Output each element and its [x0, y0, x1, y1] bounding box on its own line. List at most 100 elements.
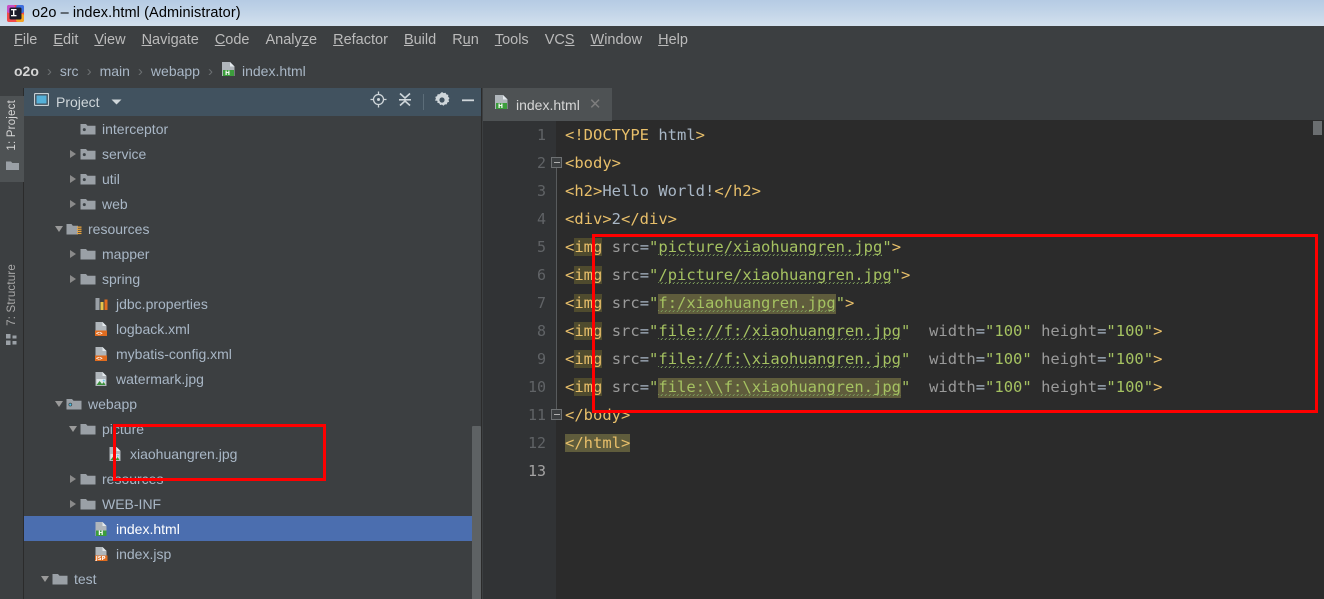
line-number: 7: [536, 294, 546, 312]
chevron-down-icon[interactable]: [66, 416, 80, 441]
tree-node[interactable]: resources: [24, 466, 481, 491]
menu-help[interactable]: Help: [650, 30, 696, 50]
folder-icon: [80, 246, 96, 262]
code-token: >: [1153, 378, 1163, 396]
menu-vcs[interactable]: VCS: [537, 30, 583, 50]
code-editor[interactable]: 1 2 3 4 5 6 7 8 9 10 11 12 13 <!DOCTYPE html> <body> <…: [483, 121, 1324, 599]
project-tree-scrollbar[interactable]: [472, 426, 481, 599]
tree-node[interactable]: interceptor: [24, 116, 481, 141]
code-line[interactable]: <!DOCTYPE html>: [557, 121, 1324, 149]
chevron-down-icon[interactable]: [52, 216, 66, 241]
tree-node[interactable]: util: [24, 166, 481, 191]
tree-node[interactable]: JSP index.jsp: [24, 541, 481, 566]
code-token: </html>: [565, 434, 631, 452]
code-token: img: [574, 266, 603, 284]
code-token: =: [975, 350, 986, 368]
code-line[interactable]: <img src="f:/xiaohuangren.jpg">: [557, 289, 1324, 317]
tree-node-selected[interactable]: Hindex.html: [24, 516, 481, 541]
menu-window[interactable]: Window: [583, 30, 651, 50]
breadcrumb-item-3[interactable]: webapp: [151, 63, 200, 79]
hide-minimize-icon[interactable]: [460, 92, 476, 113]
code-line[interactable]: <img src="file://f:/xiaohuangren.jpg" wi…: [557, 317, 1324, 345]
chevron-right-icon[interactable]: [66, 141, 80, 166]
code-token: img: [574, 294, 603, 312]
menu-run[interactable]: Run: [444, 30, 487, 50]
menu-code[interactable]: Code: [207, 30, 258, 50]
code-line[interactable]: [557, 457, 1324, 485]
tree-node[interactable]: spring: [24, 266, 481, 291]
close-icon[interactable]: ✕: [587, 97, 604, 112]
code-line[interactable]: </html>: [557, 429, 1324, 457]
code-line[interactable]: <body>: [557, 149, 1324, 177]
chevron-down-icon[interactable]: [52, 391, 66, 416]
code-token: height: [1041, 378, 1098, 396]
code-line[interactable]: <img src="/picture/xiaohuangren.jpg">: [557, 261, 1324, 289]
breadcrumb-item-1[interactable]: src: [60, 63, 79, 79]
tree-node[interactable]: service: [24, 141, 481, 166]
sidebar-item-structure[interactable]: 7: Structure: [0, 260, 24, 357]
tree-node[interactable]: xiaohuangren.jpg: [24, 441, 481, 466]
menu-build[interactable]: Build: [396, 30, 444, 50]
breadcrumb-item-0[interactable]: o2o: [14, 63, 39, 79]
tree-node[interactable]: WEB-INF: [24, 491, 481, 516]
code-line[interactable]: <img src="picture/xiaohuangren.jpg">: [557, 233, 1324, 261]
code-token: >: [891, 238, 902, 256]
code-content[interactable]: <!DOCTYPE html> <body> <h2>Hello World!</h…: [557, 121, 1324, 599]
code-line[interactable]: </body>: [557, 401, 1324, 429]
code-line[interactable]: <div>2</div>: [557, 205, 1324, 233]
breadcrumb-item-4[interactable]: H index.html: [221, 61, 306, 82]
breadcrumb-item-2[interactable]: main: [100, 63, 130, 79]
code-line[interactable]: <img src="file:\\f:\xiaohuangren.jpg" wi…: [557, 373, 1324, 401]
tree-node[interactable]: <> mybatis-config.xml: [24, 341, 481, 366]
locate-target-icon[interactable]: [370, 91, 387, 113]
chevron-right-icon[interactable]: [66, 491, 80, 516]
code-line[interactable]: <h2>Hello World!</h2>: [557, 177, 1324, 205]
tree-node[interactable]: resources: [24, 216, 481, 241]
code-token: 2: [611, 210, 622, 228]
chevron-down-icon[interactable]: [111, 93, 122, 111]
tree-node[interactable]: watermark.jpg: [24, 366, 481, 391]
code-token: "100": [985, 350, 1032, 368]
folder-icon: [52, 571, 68, 587]
tree-node[interactable]: jdbc.properties: [24, 291, 481, 316]
sidebar-item-project[interactable]: 1: Project: [0, 96, 24, 182]
chevron-right-icon[interactable]: [66, 241, 80, 266]
chevron-down-icon[interactable]: [38, 566, 52, 591]
chevron-right-icon[interactable]: [66, 191, 80, 216]
project-tree[interactable]: interceptor service util web resources mapper…: [24, 116, 481, 599]
tree-node[interactable]: picture: [24, 416, 481, 441]
editor-scrollbar[interactable]: [1313, 121, 1322, 135]
code-token: =: [1097, 378, 1107, 396]
settings-gear-icon[interactable]: [434, 91, 450, 113]
code-token: ": [835, 294, 846, 312]
tab-index-html[interactable]: H index.html ✕: [483, 88, 613, 121]
chevron-right-icon[interactable]: [66, 266, 80, 291]
html-file-icon: H: [94, 521, 110, 537]
chevron-right-icon[interactable]: [66, 466, 80, 491]
chevron-right-icon[interactable]: [66, 166, 80, 191]
menu-refactor[interactable]: Refactor: [325, 30, 396, 50]
menu-view[interactable]: View: [86, 30, 133, 50]
menu-tools[interactable]: Tools: [487, 30, 537, 50]
tree-node[interactable]: <> logback.xml: [24, 316, 481, 341]
tree-node[interactable]: test: [24, 566, 481, 591]
tree-node[interactable]: mapper: [24, 241, 481, 266]
code-token: >: [1153, 322, 1163, 340]
collapse-all-icon[interactable]: [397, 91, 413, 113]
code-line[interactable]: <img src="file://f:\xiaohuangren.jpg" wi…: [557, 345, 1324, 373]
menu-analyze[interactable]: Analyze: [258, 30, 326, 50]
code-token: ": [649, 378, 659, 396]
menu-edit[interactable]: Edit: [45, 30, 86, 50]
tree-node[interactable]: web: [24, 191, 481, 216]
menu-navigate[interactable]: Navigate: [134, 30, 207, 50]
tree-node[interactable]: webapp: [24, 391, 481, 416]
menu-file[interactable]: File: [6, 30, 45, 50]
